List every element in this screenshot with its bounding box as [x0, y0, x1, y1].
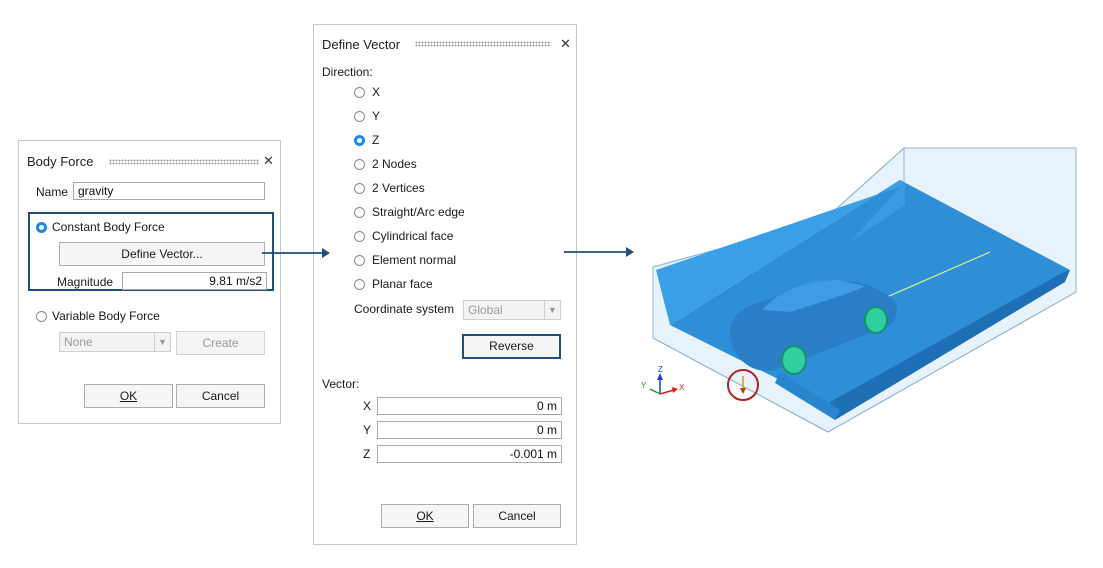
vector-x-label: X: [363, 399, 372, 413]
constant-body-force-label: Constant Body Force: [52, 220, 165, 234]
vector-z-input[interactable]: -0.001 m: [377, 445, 562, 463]
direction-label-2-vertices: 2 Vertices: [372, 181, 425, 195]
dialog-title: Define Vector: [322, 37, 401, 52]
constant-body-force-radio[interactable]: [36, 222, 47, 233]
drag-grip[interactable]: [109, 159, 259, 165]
direction-label-z: Z: [372, 133, 380, 147]
magnitude-input[interactable]: 9.81 m/s2: [122, 272, 267, 290]
direction-label-cylindrical-face: Cylindrical face: [372, 229, 454, 243]
close-icon[interactable]: ✕: [560, 36, 571, 52]
name-input[interactable]: gravity: [73, 182, 265, 200]
vector-z-label: Z: [363, 447, 371, 461]
direction-label-x: X: [372, 85, 381, 99]
variable-body-force-label: Variable Body Force: [52, 309, 160, 323]
direction-radio-y[interactable]: [354, 111, 365, 122]
direction-label-straight-arc-edge: Straight/Arc edge: [372, 205, 465, 219]
ok-button[interactable]: OK: [381, 504, 469, 528]
dialog-title: Body Force: [27, 154, 94, 169]
direction-label-y: Y: [372, 109, 381, 123]
direction-label-element-normal: Element normal: [372, 253, 457, 267]
reverse-button[interactable]: Reverse: [462, 334, 561, 359]
axis-triad: Z X Y: [641, 365, 685, 395]
chevron-down-icon: ▼: [154, 333, 170, 351]
magnitude-label: Magnitude: [57, 275, 114, 289]
create-button[interactable]: Create: [176, 331, 265, 355]
define-vector-dialog: Define Vector ✕ Direction: X Y Z 2 Nodes…: [313, 24, 577, 545]
define-vector-button[interactable]: Define Vector...: [59, 242, 265, 266]
coordinate-system-value: Global: [468, 303, 503, 317]
drag-grip[interactable]: [415, 41, 551, 47]
triad-x-label: X: [679, 383, 685, 392]
cancel-label: Cancel: [201, 389, 240, 403]
ok-button[interactable]: OK: [84, 384, 173, 408]
direction-radio-x[interactable]: [354, 87, 365, 98]
direction-radio-2-nodes[interactable]: [354, 159, 365, 170]
vector-label: Vector:: [322, 377, 360, 391]
flow-arrow-right: [564, 247, 634, 257]
direction-label-2-nodes: 2 Nodes: [372, 157, 417, 171]
close-icon[interactable]: ✕: [263, 153, 274, 169]
direction-radio-2-vertices[interactable]: [354, 183, 365, 194]
cancel-button[interactable]: Cancel: [176, 384, 265, 408]
variable-select[interactable]: None ▼: [59, 332, 171, 352]
cancel-button[interactable]: Cancel: [473, 504, 561, 528]
direction-label-planar-face: Planar face: [372, 277, 433, 291]
front-wheel: [781, 345, 807, 375]
coordinate-system-select[interactable]: Global ▼: [463, 300, 561, 320]
variable-body-force-radio[interactable]: [36, 311, 47, 322]
ok-label: OK: [416, 509, 434, 523]
direction-radio-z[interactable]: [354, 135, 365, 146]
vector-x-input[interactable]: 0 m: [377, 397, 562, 415]
direction-radio-planar-face[interactable]: [354, 279, 365, 290]
vector-y-label: Y: [363, 423, 372, 437]
variable-select-value: None: [64, 335, 93, 349]
model-viewport[interactable]: Z X Y: [630, 140, 1103, 440]
ok-label: OK: [119, 389, 138, 403]
chevron-down-icon: ▼: [544, 301, 560, 319]
direction-radio-straight-arc-edge[interactable]: [354, 207, 365, 218]
direction-radio-element-normal[interactable]: [354, 255, 365, 266]
flow-arrow-left: [262, 248, 330, 258]
vector-y-input[interactable]: 0 m: [377, 421, 562, 439]
direction-radio-cylindrical-face[interactable]: [354, 231, 365, 242]
name-label: Name: [36, 185, 69, 199]
triad-z-label: Z: [658, 365, 663, 374]
triad-y-label: Y: [641, 381, 647, 390]
body-force-dialog: Body Force ✕ Name gravity Constant Body …: [18, 140, 281, 424]
direction-label: Direction:: [322, 65, 373, 79]
coordinate-system-label: Coordinate system: [354, 302, 455, 316]
rear-wheel: [864, 306, 888, 334]
cancel-label: Cancel: [498, 509, 536, 523]
